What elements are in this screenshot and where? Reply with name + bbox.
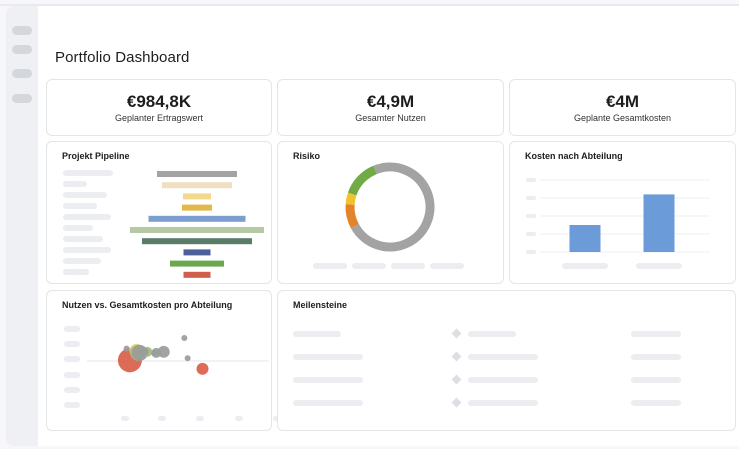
risk-card[interactable]: Risiko [277,141,504,284]
y-tick-placeholder [64,341,80,347]
milestone-date-placeholder [631,331,681,337]
axis-label-placeholder [636,263,682,269]
sidebar-item[interactable] [12,26,32,35]
milestone-detail-placeholder [468,354,538,360]
donut-slice[interactable] [345,192,357,205]
pipeline-bar[interactable] [148,215,246,222]
y-tick-placeholder [64,387,80,393]
kpi-label: Geplanter Ertragswert [114,113,204,123]
main-content: Portfolio Dashboard €984,8K Geplanter Er… [38,6,739,446]
sidebar-item[interactable] [12,69,32,78]
scatter-point[interactable] [151,349,158,356]
kpi-value: €984,8K [126,92,192,111]
milestone-name-placeholder [293,331,341,337]
cost-bar[interactable] [569,225,601,252]
milestones-card[interactable]: Meilensteine [277,290,736,431]
pipeline-bar[interactable] [170,260,224,267]
donut-slice[interactable] [347,165,377,196]
tick-label-placeholder [526,250,536,254]
pipeline-bar[interactable] [183,271,211,278]
scatter-chart [64,326,281,421]
y-tick-placeholder [64,372,80,378]
y-tick-placeholder [64,356,80,362]
sidebar-item[interactable] [12,45,32,54]
milestone-date-placeholder [631,377,681,383]
card-title: Meilensteine [293,300,348,310]
kpi-card-ertragswert[interactable]: €984,8K Geplanter Ertragswert [46,79,272,136]
milestone-date-placeholder [631,354,681,360]
kpi-label: Gesamter Nutzen [355,113,426,123]
pipeline-bar[interactable] [183,193,211,200]
milestone-detail-placeholder [468,331,516,337]
page-title: Portfolio Dashboard [55,49,190,66]
costs-bar-chart [526,178,710,254]
legend-placeholder [313,263,347,269]
tick-label-placeholder [526,232,536,236]
pipeline-card[interactable]: Projekt Pipeline [46,141,272,284]
milestone-name-placeholder [293,354,363,360]
scatter-point[interactable] [181,335,188,341]
pipeline-chart [130,171,264,278]
x-tick-placeholder [196,416,204,421]
milestone-diamond-icon [451,397,462,408]
pipeline-bar[interactable] [162,182,232,189]
sidebar [6,6,38,446]
tick-label-placeholder [526,178,536,182]
milestone-detail-placeholder [468,377,538,383]
axis-label-placeholder [562,263,608,269]
milestone-diamond-icon [451,374,462,385]
kpi-label: Geplante Gesamtkosten [573,113,672,123]
pipeline-bar[interactable] [183,249,211,256]
costs-card[interactable]: Kosten nach Abteilung [509,141,736,284]
x-tick-placeholder [121,416,129,421]
scatter-point[interactable] [157,345,170,358]
milestone-name-placeholder [293,377,363,383]
kpi-value: €4M [605,92,640,111]
pipeline-bar[interactable] [142,238,252,245]
legend-placeholder [352,263,386,269]
milestone-diamond-icon [451,328,462,339]
tick-label-placeholder [526,214,536,218]
tick-label-placeholder [526,196,536,200]
donut-slice[interactable] [345,204,359,229]
scatter-point[interactable] [123,345,130,352]
milestone-date-placeholder [631,400,681,406]
scatter-card[interactable]: Nutzen vs. Gesamtkosten pro Abteilung [46,290,281,431]
x-tick-placeholder [158,416,166,421]
pipeline-bar[interactable] [182,204,212,211]
y-tick-placeholder [64,326,80,332]
x-tick-placeholder [235,416,243,421]
milestone-detail-placeholder [468,400,538,406]
pipeline-bar[interactable] [130,227,264,233]
milestone-diamond-icon [451,351,462,362]
milestone-name-placeholder [293,400,363,406]
legend-placeholder [430,263,464,269]
scatter-point[interactable] [196,362,209,375]
y-tick-placeholder [64,402,80,408]
kpi-card-gesamtkosten[interactable]: €4M Geplante Gesamtkosten [509,79,736,136]
scatter-point[interactable] [184,355,191,362]
pipeline-bar[interactable] [157,171,237,177]
kpi-value: €4,9M [366,92,415,111]
sidebar-item[interactable] [12,94,32,103]
cost-bar[interactable] [643,194,675,252]
app-frame: Portfolio Dashboard €984,8K Geplanter Er… [0,0,739,449]
legend-placeholder [391,263,425,269]
scatter-point[interactable] [140,347,149,356]
kpi-card-nutzen[interactable]: €4,9M Gesamter Nutzen [277,79,504,136]
